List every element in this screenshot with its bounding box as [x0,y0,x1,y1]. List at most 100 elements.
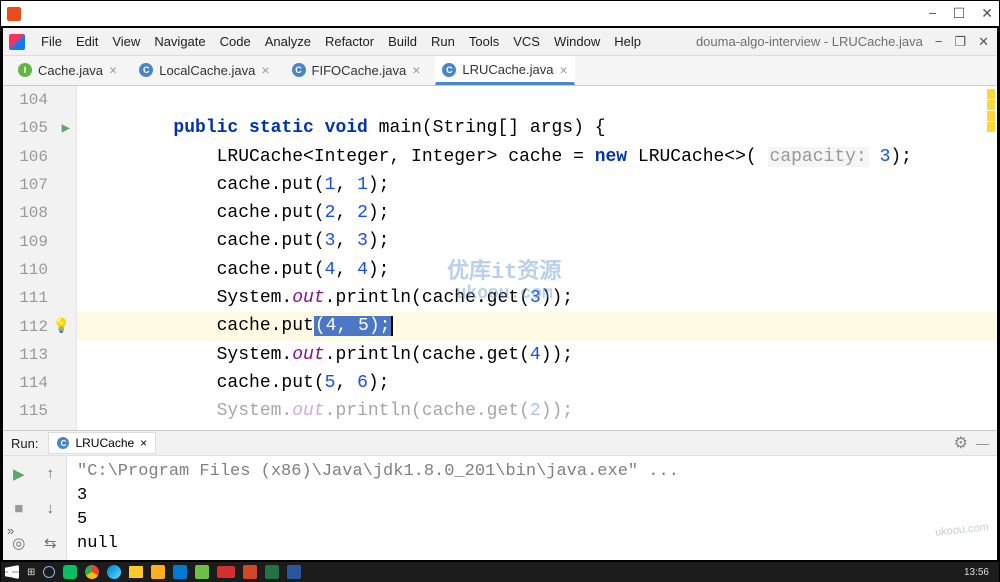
code-line[interactable]: cache.put(5, 6); [77,369,997,397]
tab-cache[interactable]: ICache.java× [11,56,124,85]
code-area[interactable]: 优库it资源 ukoou.com public static void main… [77,86,997,430]
line-number[interactable]: 108 [3,199,76,227]
intention-bulb-icon[interactable]: 💡 [53,318,70,335]
tab-localcache[interactable]: C LocalCache.java × [132,56,276,85]
menu-analyze[interactable]: Analyze [259,32,317,51]
line-number[interactable]: 115 [3,397,76,425]
menu-navigate[interactable]: Navigate [148,32,211,51]
camtasia-icon[interactable] [195,565,209,579]
clock[interactable]: 13:56 [964,567,995,578]
cortana-icon[interactable] [43,566,55,578]
run-sidebar: ▶ ↑ ■ ↓ ◎ ⇆ [3,456,67,560]
recorder-icon [7,7,21,21]
line-number[interactable]: 105▶ [3,114,76,142]
menu-refactor[interactable]: Refactor [319,32,380,51]
tab-lrucache[interactable]: CLRUCache.java× [435,56,574,85]
code-line[interactable] [77,86,997,114]
code-line[interactable]: cache.put(1, 1); [77,171,997,199]
ide-restore-button[interactable]: ❐ [954,34,966,50]
output-line: null [77,532,987,556]
menu-file[interactable]: File [35,32,68,51]
output-line: 5 [77,508,987,532]
ide-min-button[interactable]: − [935,34,943,50]
windows-taskbar: ⊞ 13:56 [1,562,999,582]
line-number[interactable]: 110 [3,256,76,284]
code-line[interactable]: cache.put(4, 4); [77,256,997,284]
menu-edit[interactable]: Edit [70,32,104,51]
line-number[interactable]: 112💡 [3,312,76,340]
word-icon[interactable] [287,565,301,579]
run-tool-window: Run: C LRUCache × ⚙ — ▶ ↑ ■ ↓ ◎ ⇆ [3,430,997,560]
error-stripe[interactable] [987,88,995,133]
menu-help[interactable]: Help [608,32,647,51]
line-number[interactable]: 114 [3,369,76,397]
code-line[interactable]: cache.put(2, 2); [77,199,997,227]
tab-fifocache[interactable]: CFIFOCache.java× [285,56,428,85]
os-close-button[interactable]: ✕ [981,5,993,22]
hide-button[interactable]: — [976,436,989,451]
os-min-button[interactable]: − [929,5,937,22]
edge-icon[interactable] [107,565,121,579]
editor-tabs: ICache.java× C LocalCache.java ×C FIFOCache.… [3,56,997,86]
down-button[interactable]: ↓ [35,491,67,525]
close-icon[interactable]: × [559,62,567,78]
close-icon[interactable]: × [109,62,117,78]
code-editor[interactable]: 104105▶106107108109110111112💡113114115 优… [3,86,997,430]
potplayer-icon[interactable] [151,565,165,579]
ide-window: File Edit View Navigate Code Analyze Ref… [1,26,999,562]
rerun-button[interactable]: ▶ [3,456,35,491]
menu-tools[interactable]: Tools [463,32,505,51]
run-header: Run: C LRUCache × ⚙ — [3,431,997,456]
line-number[interactable]: 113 [3,341,76,369]
start-button-icon[interactable] [5,565,19,579]
excel-icon[interactable] [265,565,279,579]
menu-run[interactable]: Run [425,32,461,51]
stop-button[interactable]: ■ [3,491,35,525]
gear-icon[interactable]: ⚙ [954,433,968,453]
line-number[interactable]: 111 [3,284,76,312]
code-line[interactable]: System.out.println(cache.get(3)); [77,284,997,312]
tab-label: LocalCache.java [159,63,255,78]
file-type-icon: C [139,63,153,77]
run-output[interactable]: "C:\Program Files (x86)\Java\jdk1.8.0_20… [67,456,997,560]
menu-vcs[interactable]: VCS [507,32,546,51]
tab-label: FIFOCache.java [312,63,407,78]
os-max-button[interactable]: ☐ [953,5,966,22]
line-number[interactable]: 104 [3,86,76,114]
chrome-icon[interactable] [85,565,99,579]
code-line[interactable]: public static void main(String[] args) { [77,114,997,142]
line-number[interactable]: 107 [3,171,76,199]
run-tab-close-icon[interactable]: × [140,436,147,450]
output-line: 3 [77,484,987,508]
folder-icon[interactable] [129,566,143,578]
file-type-icon: I [18,63,32,77]
intellij-logo-icon [9,34,25,50]
powerpoint-icon[interactable] [243,565,257,579]
task-view-icon[interactable]: ⊞ [27,567,35,578]
expand-icon[interactable]: » [7,523,14,538]
rec-icon[interactable] [217,566,235,578]
tab-label: LRUCache.java [462,62,553,77]
menu-view[interactable]: View [106,32,146,51]
menu-build[interactable]: Build [382,32,423,51]
run-gutter-icon[interactable]: ▶ [62,120,70,137]
close-icon[interactable]: × [261,62,269,78]
ide-close-button[interactable]: ✕ [978,34,989,50]
code-line[interactable]: cache.put(3, 3); [77,227,997,255]
close-icon[interactable]: × [412,62,420,78]
menu-window[interactable]: Window [548,32,606,51]
up-button[interactable]: ↑ [35,456,67,491]
code-line[interactable]: System.out.println(cache.get(4)); [77,341,997,369]
line-number[interactable]: 109 [3,227,76,255]
code-line[interactable]: cache.put(4, 5); [77,312,997,340]
mail-icon[interactable] [173,565,187,579]
soft-wrap-icon[interactable]: ⇆ [35,525,67,560]
line-number[interactable]: 106 [3,143,76,171]
run-config-tab[interactable]: C LRUCache × [48,432,156,454]
code-line[interactable]: System.out.println(cache.get(2)); [77,397,997,425]
os-titlebar: − ☐ ✕ [1,1,999,26]
run-command: "C:\Program Files (x86)\Java\jdk1.8.0_20… [77,460,987,484]
menu-code[interactable]: Code [214,32,257,51]
code-line[interactable]: LRUCache<Integer, Integer> cache = new L… [77,143,997,171]
wechat-icon[interactable] [63,565,77,579]
